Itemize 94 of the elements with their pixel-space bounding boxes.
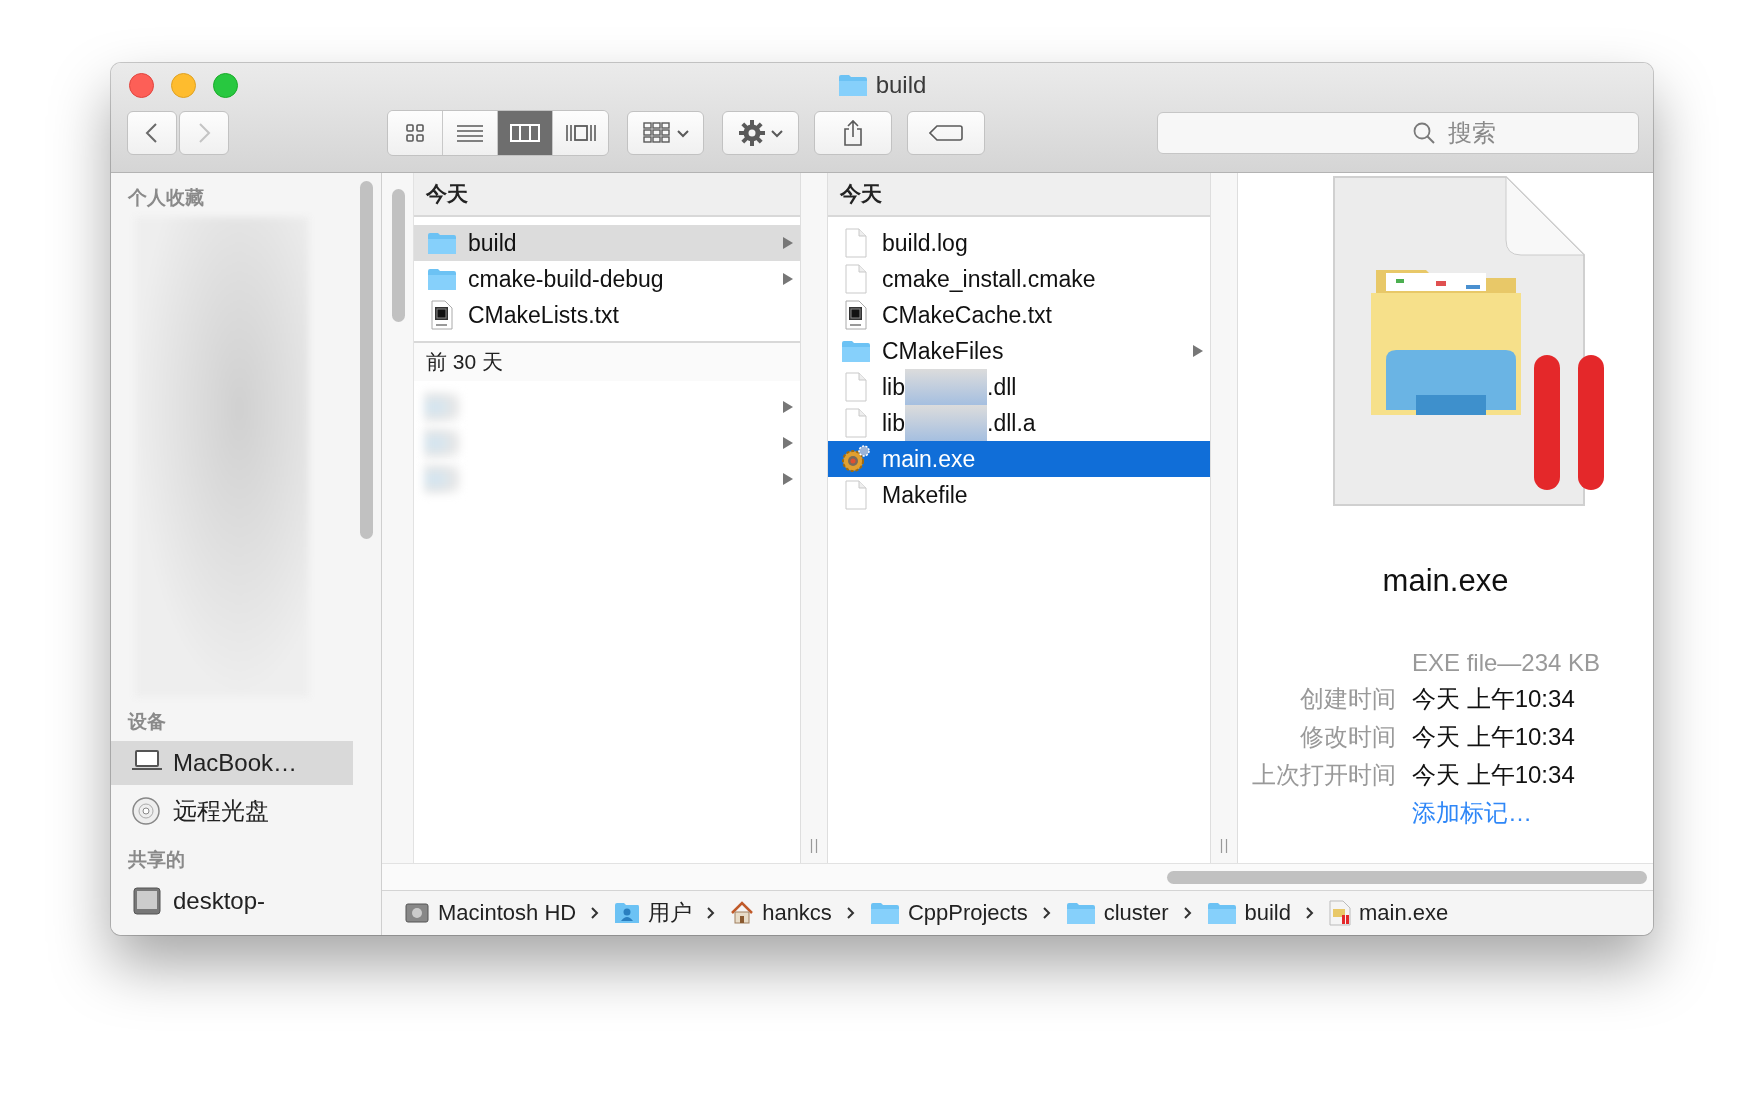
view-cover-button[interactable] xyxy=(553,111,608,155)
back-button[interactable] xyxy=(127,111,177,155)
path-item[interactable]: 用户 xyxy=(614,898,693,928)
document-icon xyxy=(844,480,868,510)
folder-icon xyxy=(1065,901,1096,925)
folder-icon xyxy=(1206,901,1237,925)
document-icon xyxy=(844,228,868,258)
chevron-icon xyxy=(845,906,856,920)
search-icon xyxy=(1412,121,1436,145)
caret-icon xyxy=(676,128,689,138)
file-row[interactable]: CMakeCache.txt xyxy=(828,297,1210,333)
scrollbar-thumb[interactable] xyxy=(392,189,405,322)
blurred-area xyxy=(424,464,460,494)
file-row[interactable]: CMakeLists.txt xyxy=(414,297,800,333)
group-heading: 今天 xyxy=(414,173,800,217)
path-item[interactable]: CppProjects xyxy=(869,900,1028,926)
folder-icon xyxy=(869,901,900,925)
folder-icon xyxy=(841,339,871,363)
file-row[interactable]: lib .dll.a xyxy=(828,405,1210,441)
view-column-button[interactable] xyxy=(498,111,553,155)
file-row[interactable]: CMakeFiles xyxy=(828,333,1210,369)
section-heading: 设备 xyxy=(126,710,167,734)
chevron-icon xyxy=(1182,906,1193,920)
text-file-icon xyxy=(844,300,868,330)
path-item[interactable]: hankcs xyxy=(730,900,832,926)
file-row[interactable]: Makefile xyxy=(828,477,1210,513)
blurred-area xyxy=(424,392,460,422)
view-icon-button[interactable] xyxy=(388,111,443,155)
group-heading: 今天 xyxy=(828,173,1210,217)
blurred-area xyxy=(424,428,460,458)
file-row[interactable]: cmake_install.cmake xyxy=(828,261,1210,297)
share-button[interactable] xyxy=(814,111,892,155)
file-summary: EXE file—234 KB xyxy=(1412,649,1601,677)
house-icon xyxy=(730,901,755,925)
path-item[interactable]: cluster xyxy=(1065,900,1169,926)
group-heading: 前 30 天 xyxy=(414,341,800,381)
columns-icon xyxy=(510,122,540,144)
scrollbar-thumb[interactable] xyxy=(360,181,373,539)
chevron-icon xyxy=(1305,906,1315,920)
add-tags-link[interactable]: 添加标记… xyxy=(1412,797,1601,829)
chevron-icon xyxy=(590,906,601,920)
info-label: 上次打开时间 xyxy=(1252,760,1396,790)
search-field[interactable]: 搜索 xyxy=(1157,112,1639,154)
file-name: main.exe xyxy=(1382,563,1509,599)
disc-icon xyxy=(131,796,163,826)
file-row[interactable]: build.log xyxy=(828,225,1210,261)
info-value: 今天 上午10:34 xyxy=(1412,760,1576,790)
cover-flow-icon xyxy=(565,122,596,144)
info-value: 今天 上午10:34 xyxy=(1412,722,1576,752)
file-row[interactable]: lib .dll xyxy=(828,369,1210,405)
gear-icon xyxy=(841,445,871,473)
tag-icon xyxy=(929,124,963,142)
file-row[interactable]: cmake-build-debug xyxy=(414,261,800,297)
info-label: 修改时间 xyxy=(1299,722,1396,752)
grid-icon xyxy=(642,121,671,145)
arrange-button[interactable] xyxy=(627,111,704,155)
folder-icon xyxy=(427,231,457,255)
action-button[interactable] xyxy=(722,111,799,155)
view-list-button[interactable] xyxy=(443,111,498,155)
zoom-button[interactable] xyxy=(213,73,238,98)
path-item[interactable]: main.exe xyxy=(1329,900,1449,926)
info-value: 今天 上午10:34 xyxy=(1412,684,1576,714)
sidebar-item[interactable]: desktop- xyxy=(111,879,353,923)
chevron-icon xyxy=(706,906,717,920)
folder-icon xyxy=(837,73,868,97)
tags-button[interactable] xyxy=(907,111,985,155)
file-row[interactable]: main.exe xyxy=(828,441,1210,477)
caret-icon xyxy=(770,128,783,138)
path-item[interactable]: Macintosh HD xyxy=(404,900,577,926)
grid-icon xyxy=(404,122,426,144)
scrollbar-thumb[interactable] xyxy=(1167,870,1647,884)
settings-icon xyxy=(738,120,765,146)
close-button[interactable] xyxy=(129,73,154,98)
document-icon xyxy=(844,264,868,294)
chevron-icon xyxy=(1041,906,1052,920)
sidebar-item[interactable]: 远程光盘 xyxy=(111,789,353,833)
resize-handle-icon xyxy=(1220,839,1228,853)
share-icon xyxy=(842,119,864,147)
folder-icon xyxy=(427,267,457,291)
section-heading: 个人收藏 xyxy=(127,186,205,210)
computer-icon xyxy=(131,886,163,916)
user-folder-icon xyxy=(614,902,641,924)
minimize-button[interactable] xyxy=(171,73,196,98)
info-label: 创建时间 xyxy=(1299,684,1396,714)
document-icon xyxy=(844,372,868,402)
resize-handle-icon xyxy=(810,839,818,853)
path-item[interactable]: build xyxy=(1206,900,1291,926)
window-title: build xyxy=(875,71,927,99)
document-icon xyxy=(844,408,868,438)
section-heading: 共享的 xyxy=(127,848,186,872)
exe-file-icon xyxy=(1329,900,1351,926)
sidebar-item[interactable]: MacBook… xyxy=(111,741,353,785)
list-icon xyxy=(457,122,483,144)
text-file-icon xyxy=(430,300,454,330)
